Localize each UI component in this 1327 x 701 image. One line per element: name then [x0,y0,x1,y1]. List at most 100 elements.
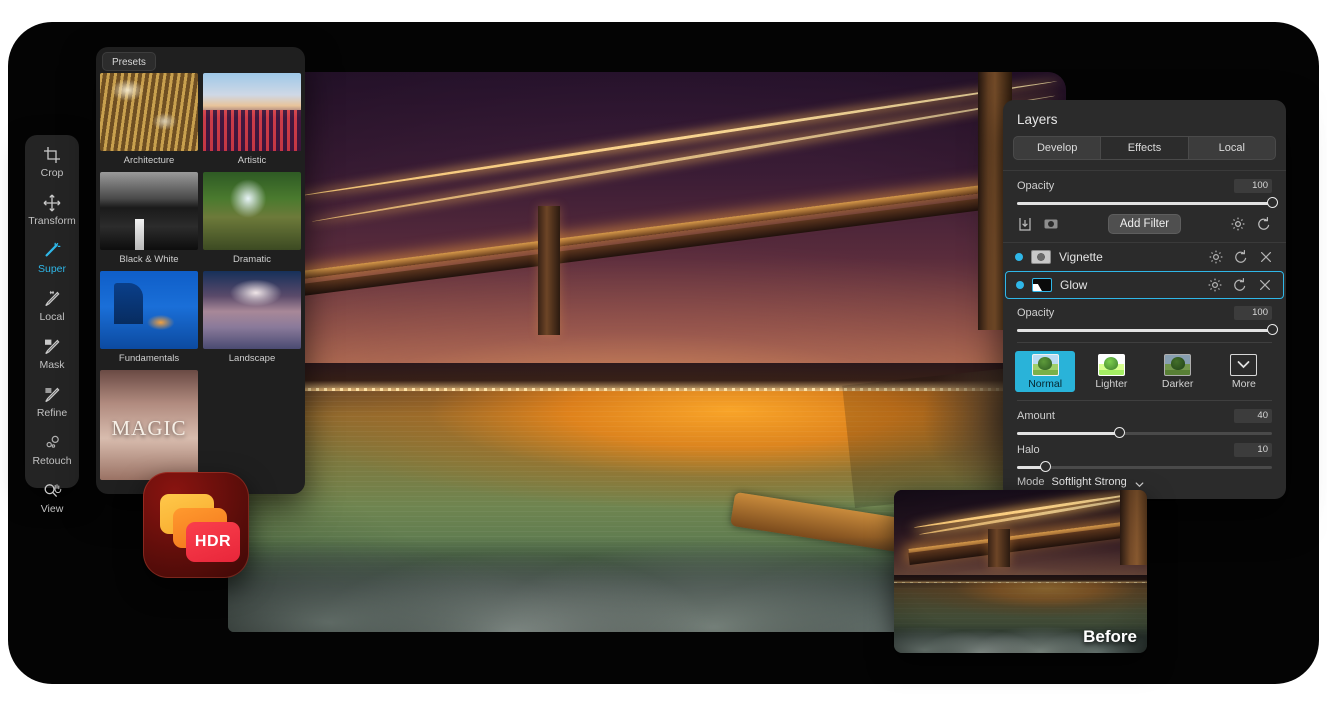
filter-toolbar: Add Filter [1003,205,1286,242]
gear-icon[interactable] [1230,216,1246,232]
chevron-down-icon[interactable] [1134,477,1145,488]
opacity-label: Opacity [1017,180,1055,192]
layer-enabled-toggle[interactable] [1015,253,1023,261]
blend-mode-more[interactable]: More [1214,351,1274,392]
tool-refine[interactable]: Refine [25,385,79,429]
preset-thumbnail [203,172,301,250]
preset-thumbnail [203,271,301,349]
tool-label: View [40,503,64,515]
tab-presets[interactable]: Presets [102,52,156,71]
preset-item-artistic[interactable]: Artistic [203,73,301,172]
tool-view[interactable]: View [25,481,79,525]
preset-item-magic[interactable]: MAGIC [100,370,198,480]
halo-slider[interactable] [1017,461,1272,472]
tool-transform[interactable]: Transform [25,193,79,237]
filter-opacity-value[interactable]: 100 [1234,306,1272,320]
halo-row: Halo 10 [1003,435,1286,457]
tree-thumbnail-icon [1031,354,1059,376]
hdr-app-icon[interactable]: HDR [143,472,249,578]
filter-opacity-slider[interactable] [1017,324,1278,335]
before-preview[interactable]: Before [894,490,1147,653]
layer-enabled-toggle[interactable] [1016,281,1024,289]
panel-title: Layers [1017,112,1058,127]
reset-icon[interactable] [1256,216,1272,232]
mode-value[interactable]: Softlight Strong [1052,476,1127,488]
blend-mode-lighter[interactable]: Lighter [1081,351,1141,392]
hdr-label: HDR [194,533,232,550]
before-label: Before [1083,627,1137,646]
mask-thumbnail-icon[interactable] [1043,216,1059,232]
halo-label: Halo [1017,444,1040,456]
add-filter-button[interactable]: Add Filter [1107,214,1182,234]
screenshot-stage: Crop Transform Super Local Mask Refine R… [0,0,1327,701]
hdr-card-red: HDR [186,522,240,562]
blend-mode-normal[interactable]: Normal [1015,351,1076,392]
tool-mask[interactable]: Mask [25,337,79,381]
retouch-icon [42,433,62,453]
tool-crop[interactable]: Crop [25,145,79,189]
tool-super[interactable]: Super [25,241,79,285]
tool-label: Crop [40,167,64,179]
close-icon[interactable] [1257,277,1273,293]
preset-item-architecture[interactable]: Architecture [100,73,198,172]
tab-local[interactable]: Local [1189,137,1275,159]
filter-opacity-row: Opacity 100 [1003,299,1286,320]
import-icon[interactable] [1017,216,1033,232]
layer-name: Glow [1060,278,1088,292]
slider-knob[interactable] [1267,324,1278,335]
tab-effects[interactable]: Effects [1101,137,1189,159]
tab-develop[interactable]: Develop [1014,137,1102,159]
preset-item-fundamentals[interactable]: Fundamentals [100,271,198,370]
amount-label: Amount [1017,410,1055,422]
layers-tabs: Develop Effects Local [1013,136,1276,160]
gear-icon[interactable] [1207,277,1223,293]
magic-wand-icon [42,241,62,261]
tree-thumbnail-dark-icon [1164,354,1192,376]
slider-knob[interactable] [1114,427,1125,438]
presets-tabbar: Presets [96,47,305,73]
tool-local[interactable]: Local [25,289,79,333]
amount-row: Amount 40 [1003,401,1286,423]
opacity-slider[interactable] [1017,197,1278,208]
slider-fill [1017,202,1272,205]
blend-mode-row: Normal Lighter Darker More [1003,343,1286,396]
amount-value[interactable]: 40 [1234,409,1272,423]
blend-mode-label: Normal [1028,378,1063,390]
preset-label: Artistic [237,155,267,166]
gear-icon[interactable] [1208,249,1224,265]
preset-label: Dramatic [232,254,271,265]
chevron-down-icon [1230,354,1258,376]
preset-item-landscape[interactable]: Landscape [203,271,301,370]
halo-value[interactable]: 10 [1234,443,1272,457]
tool-label: Retouch [32,455,72,467]
glow-thumbnail-icon [1032,278,1052,292]
amount-slider[interactable] [1017,427,1272,438]
blend-mode-label: Darker [1161,378,1194,390]
close-icon[interactable] [1258,249,1274,265]
tool-label: Transform [28,215,76,227]
tool-label: Mask [39,359,65,371]
preset-label: Black & White [119,254,179,265]
presets-panel: Presets Architecture Artistic Black & Wh… [96,47,305,494]
tool-label: Refine [36,407,68,419]
preset-item-black-and-white[interactable]: Black & White [100,172,198,271]
layer-row-glow[interactable]: Glow [1005,271,1284,299]
reset-icon[interactable] [1232,277,1248,293]
layer-row-vignette[interactable]: Vignette [1003,243,1286,271]
preset-thumbnail [100,73,198,151]
slider-fill [1017,432,1119,435]
reset-icon[interactable] [1233,249,1249,265]
magnifier-hand-icon [42,481,62,501]
opacity-value[interactable]: 100 [1234,179,1272,193]
preset-label: Landscape [228,353,276,364]
crop-icon [42,145,62,165]
refine-icon [42,385,62,405]
preset-item-dramatic[interactable]: Dramatic [203,172,301,271]
slider-knob[interactable] [1040,461,1052,472]
transform-icon [42,193,62,213]
blend-mode-darker[interactable]: Darker [1148,351,1208,392]
slider-knob[interactable] [1267,197,1278,208]
tool-label: Local [39,311,65,323]
tool-retouch[interactable]: Retouch [25,433,79,477]
layer-name: Vignette [1059,250,1103,264]
